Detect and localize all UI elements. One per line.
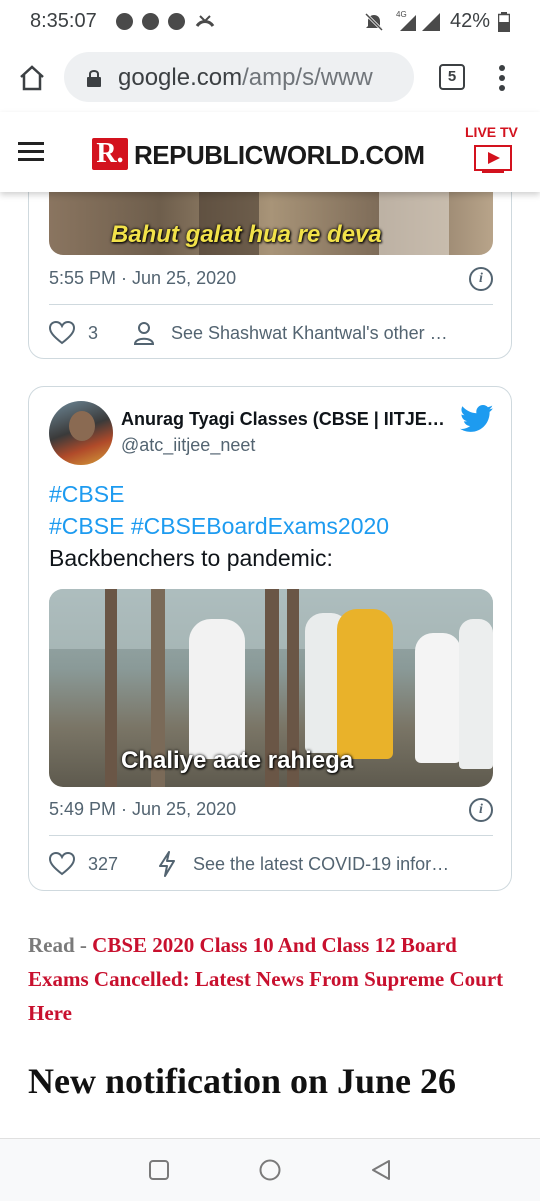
media-figure (459, 619, 493, 769)
media-caption: Chaliye aate rahiega (121, 747, 354, 774)
covid-info-link[interactable]: See the latest COVID-19 infor… (193, 854, 449, 875)
battery-icon (498, 12, 510, 32)
info-icon[interactable]: i (469, 798, 493, 822)
live-tv-icon[interactable] (474, 145, 512, 171)
logo-mark[interactable]: R. (92, 138, 128, 170)
live-tv-label[interactable]: LIVE TV (465, 124, 518, 140)
media-figure (337, 609, 393, 759)
messages-icon (142, 13, 159, 30)
heart-icon[interactable] (49, 321, 75, 345)
info-icon[interactable]: i (469, 267, 493, 291)
hamburger-menu-icon[interactable] (18, 141, 44, 161)
avatar-face (69, 411, 95, 441)
live-tv-stand (482, 171, 504, 173)
heart-icon[interactable] (49, 852, 75, 876)
tweet-timestamp[interactable]: 5:49 PM · Jun 25, 2020 (49, 799, 236, 820)
recents-icon[interactable] (148, 1159, 170, 1181)
status-bar: 8:35:07 4G 42% (0, 0, 540, 44)
status-time: 8:35:07 (30, 10, 97, 32)
see-other-tweets-link[interactable]: See Shashwat Khantwal's other … (171, 323, 448, 344)
phone-icon (168, 13, 185, 30)
mute-icon (364, 12, 384, 32)
media-caption: Bahut galat hua re deva (111, 221, 382, 248)
home-circle-icon[interactable] (258, 1158, 282, 1182)
tweet-divider (49, 835, 493, 836)
url-text[interactable]: google.com/amp/s/www (118, 64, 408, 92)
tweet-media[interactable]: Chaliye aate rahiega (49, 589, 493, 787)
twitter-bird-icon[interactable] (460, 405, 494, 433)
like-count[interactable]: 3 (88, 323, 98, 344)
media-figure (189, 619, 245, 759)
lock-icon[interactable] (86, 68, 102, 88)
avatar[interactable] (49, 401, 113, 465)
media-figure (415, 633, 461, 763)
hashtag-cbse[interactable]: #CBSE (49, 481, 124, 508)
site-header: R. REPUBLICWORLD.COM LIVE TV (0, 112, 540, 192)
signal-icon (400, 13, 440, 31)
logo-text[interactable]: REPUBLICWORLD.COM (134, 140, 425, 171)
media-pillar (105, 589, 117, 787)
tweet-divider (49, 304, 493, 305)
home-icon[interactable] (18, 64, 46, 92)
article-link[interactable]: CBSE 2020 Class 10 And Class 12 Board Ex… (28, 933, 503, 1025)
section-heading: New notification on June 26 (28, 1061, 457, 1101)
android-nav-bar (0, 1138, 540, 1201)
hashtag-cbse-boardexams[interactable]: #CBSE #CBSEBoardExams2020 (49, 513, 389, 540)
chat-icon (116, 13, 133, 30)
url-path: /amp/s/www (242, 64, 373, 91)
tweet-timestamp[interactable]: 5:55 PM · Jun 25, 2020 (49, 268, 236, 289)
tweet-body: Backbenchers to pandemic: (49, 545, 333, 571)
missed-call-icon (195, 15, 215, 27)
back-icon[interactable] (370, 1159, 392, 1181)
play-icon (488, 152, 500, 164)
battery-percent: 42% (450, 10, 491, 32)
url-domain: google.com (118, 64, 243, 91)
tabs-button[interactable]: 5 (439, 64, 465, 90)
person-icon[interactable] (133, 321, 155, 345)
tweet-card[interactable]: Anurag Tyagi Classes (CBSE | IITJE… @atc… (28, 386, 512, 891)
bolt-icon[interactable] (157, 851, 177, 877)
author-handle[interactable]: @atc_iitjee_neet (121, 435, 255, 456)
read-label: Read - (28, 933, 87, 957)
author-name[interactable]: Anurag Tyagi Classes (CBSE | IITJE… (121, 409, 445, 430)
more-icon[interactable] (496, 64, 508, 92)
browser-toolbar: google.com/amp/s/www 5 (0, 44, 540, 112)
like-count[interactable]: 327 (88, 854, 118, 875)
read-more: Read - CBSE 2020 Class 10 And Class 12 B… (28, 928, 514, 1030)
